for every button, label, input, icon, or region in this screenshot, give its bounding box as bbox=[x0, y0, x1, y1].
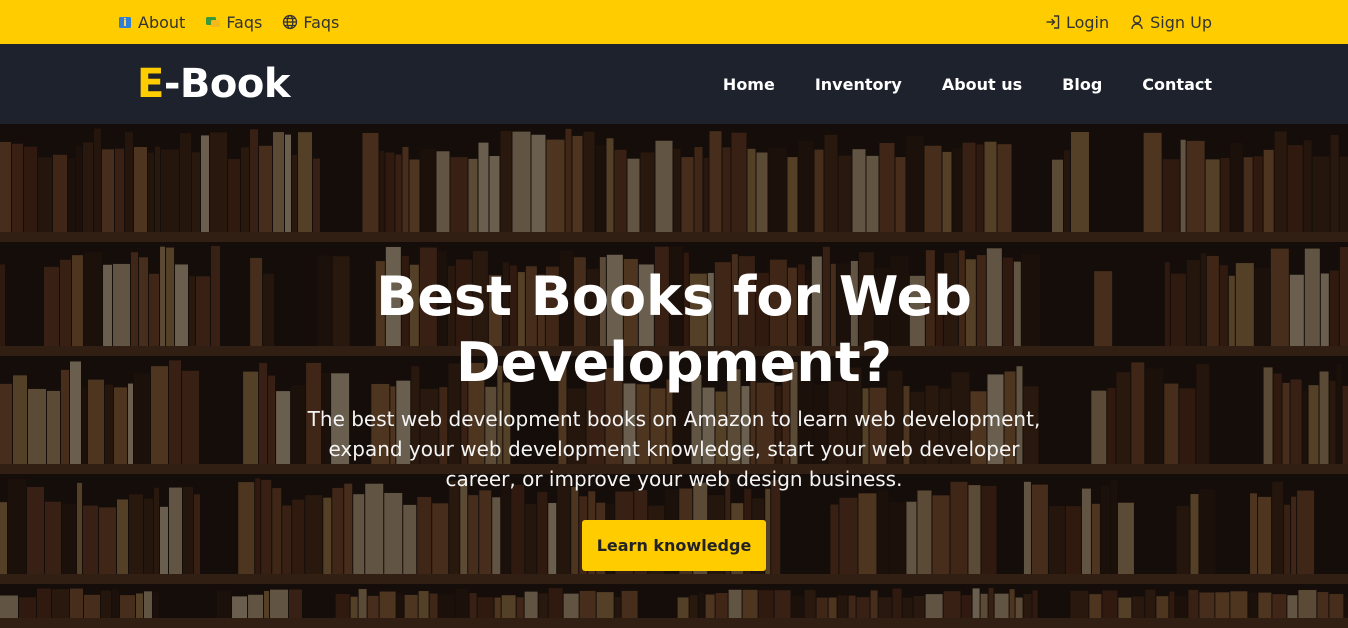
top-bar-left: About Faqs Faqs bbox=[117, 13, 339, 32]
nav-blog[interactable]: Blog bbox=[1062, 75, 1102, 94]
login-link[interactable]: Login bbox=[1045, 13, 1109, 32]
nav-inventory[interactable]: Inventory bbox=[815, 75, 902, 94]
nav-contact[interactable]: Contact bbox=[1142, 75, 1212, 94]
globe-icon bbox=[282, 14, 298, 30]
top-bar-right: Login Sign Up bbox=[1045, 13, 1212, 32]
signup-link[interactable]: Sign Up bbox=[1129, 13, 1212, 32]
nav-home[interactable]: Home bbox=[723, 75, 775, 94]
site-logo[interactable]: E -Book bbox=[137, 61, 290, 107]
top-bar: About Faqs Faqs Login Sign Up bbox=[0, 0, 1348, 44]
main-navbar: E -Book Home Inventory About us Blog Con… bbox=[0, 44, 1348, 124]
topbar-faqs-globe-link[interactable]: Faqs bbox=[282, 13, 339, 32]
nav-menu: Home Inventory About us Blog Contact bbox=[723, 75, 1212, 94]
hero-section: Best Books for Web Development? The best… bbox=[0, 124, 1348, 628]
login-label: Login bbox=[1065, 12, 1110, 32]
learn-knowledge-button[interactable]: Learn knowledge bbox=[581, 520, 767, 571]
hero-description: The best web development books on Amazon… bbox=[307, 407, 1041, 491]
topbar-about-label: About bbox=[138, 12, 186, 32]
signup-label: Sign Up bbox=[1150, 12, 1212, 32]
logo-accent: E bbox=[137, 61, 164, 107]
hero-content: Best Books for Web Development? The best… bbox=[0, 264, 1348, 571]
info-icon bbox=[117, 14, 133, 30]
nav-about-us[interactable]: About us bbox=[942, 75, 1022, 94]
topbar-faqs-label: Faqs bbox=[226, 12, 263, 32]
chat-icon bbox=[205, 14, 221, 30]
topbar-faqs-globe-label: Faqs bbox=[303, 12, 340, 32]
topbar-about-link[interactable]: About bbox=[117, 13, 185, 32]
topbar-faqs-link[interactable]: Faqs bbox=[205, 13, 262, 32]
hero-title: Best Books for Web Development? bbox=[376, 265, 972, 394]
logo-text: -Book bbox=[163, 61, 291, 107]
login-icon bbox=[1045, 14, 1061, 30]
user-icon bbox=[1129, 14, 1145, 30]
